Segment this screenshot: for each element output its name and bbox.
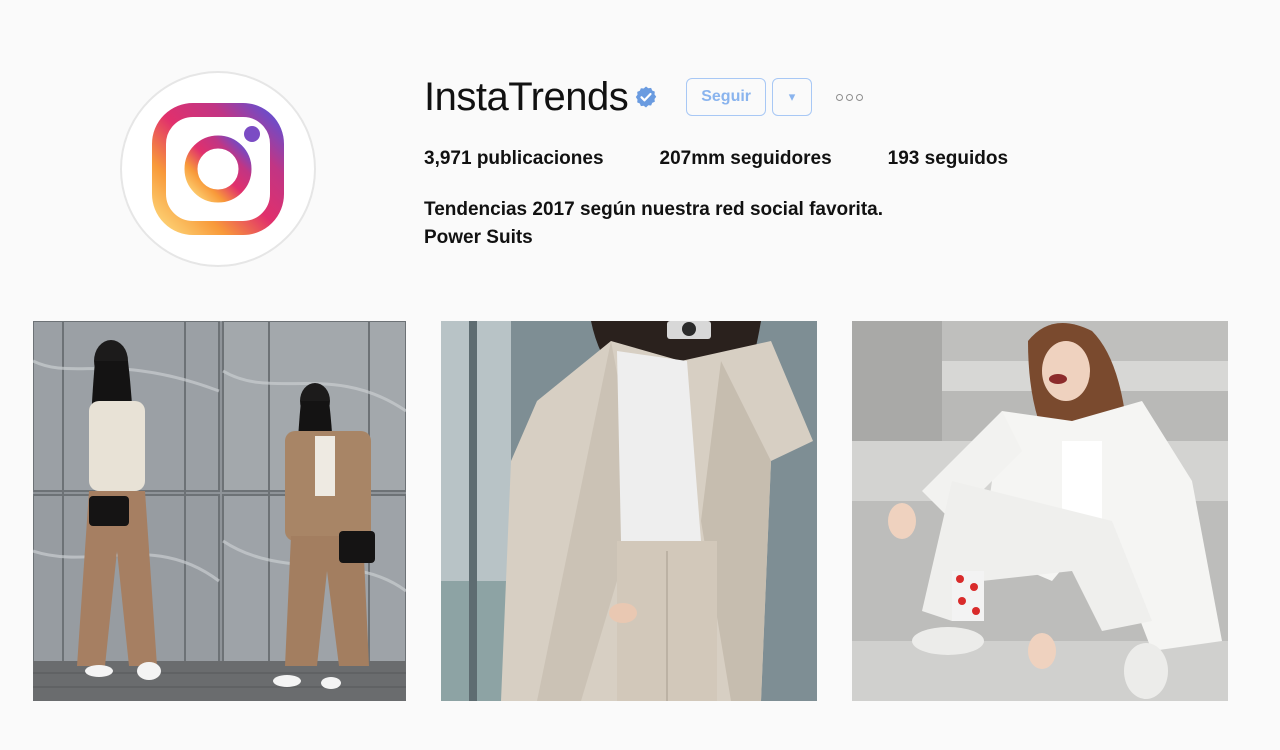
post-thumbnail[interactable]	[441, 321, 817, 701]
username: InstaTrends	[424, 75, 629, 119]
profile-info: InstaTrends Seguir ▾ 3,971 publicaciones…	[424, 72, 1244, 252]
instagram-logo-icon	[152, 103, 284, 235]
bio-line: Power Suits	[424, 227, 533, 248]
post-image	[441, 321, 817, 701]
follow-button[interactable]: Seguir	[686, 78, 767, 116]
profile-stats: 3,971 publicaciones 207mm seguidores 193…	[424, 148, 1244, 170]
avatar[interactable]	[120, 71, 316, 267]
more-options-icon[interactable]	[832, 90, 867, 105]
post-thumbnail[interactable]	[33, 321, 406, 701]
posts-count: 3,971 publicaciones	[424, 148, 604, 169]
following-count[interactable]: 193 seguidos	[888, 148, 1008, 170]
post-image	[33, 321, 406, 701]
bio-line: Tendencias 2017 según nuestra red social…	[424, 199, 883, 220]
profile-page: InstaTrends Seguir ▾ 3,971 publicaciones…	[0, 0, 1280, 750]
title-row: InstaTrends Seguir ▾	[424, 72, 1244, 122]
verified-badge-icon	[634, 85, 658, 109]
post-image	[852, 321, 1228, 701]
suggestions-dropdown-button[interactable]: ▾	[772, 78, 813, 116]
bio: Tendencias 2017 según nuestra red social…	[424, 196, 1244, 252]
followers-count[interactable]: 207mm seguidores	[660, 148, 832, 170]
post-thumbnail[interactable]	[852, 321, 1228, 701]
